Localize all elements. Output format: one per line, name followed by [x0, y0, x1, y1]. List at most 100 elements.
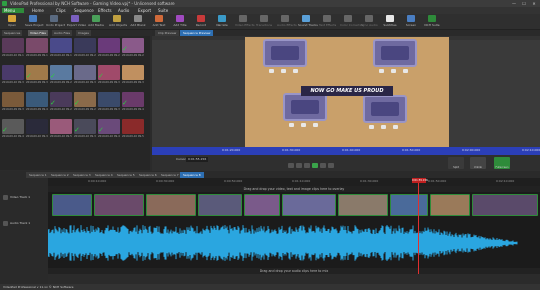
bin-clip[interactable]: ✓2019-09-09 09-28-57 [74, 92, 96, 112]
seat [313, 123, 318, 127]
bin-clip[interactable]: 2019-09-10 09-20-35 [74, 38, 96, 58]
bin-clip[interactable]: 2019-09-09 09-37-27 [98, 92, 120, 112]
bin-clip[interactable]: ✓2019-09-09 09-43-36 [122, 92, 144, 112]
video-track[interactable] [48, 192, 540, 218]
tool-add-media-button[interactable]: Add Media [88, 15, 104, 29]
video-clip[interactable] [52, 194, 92, 216]
video-clip[interactable] [390, 194, 428, 216]
timecode-display[interactable]: 0:01:55.156 [186, 157, 209, 162]
preview-timeline-ruler[interactable]: 0:01:20.000 0:01:30.000 0:01:40.000 0:01:50… [152, 147, 540, 155]
bin-clip[interactable]: 2019-09-09 09-15-47 [26, 38, 48, 58]
tool-add-blank-button[interactable]: Add Blank [130, 15, 146, 29]
bin-clip[interactable]: ✓2019-09-09 09-31-47 [98, 65, 120, 85]
main-menu-button[interactable]: Menu [2, 8, 24, 13]
tool-audio-effects-button[interactable]: Audio Effects [277, 15, 297, 29]
playhead[interactable] [418, 178, 419, 274]
clip-name: 2019-09-09 09-41-16 [26, 108, 48, 111]
unlink-button[interactable]: Unlink [470, 157, 486, 169]
tool-nch-suite-button[interactable]: NCH Suite [424, 15, 440, 29]
video-clip[interactable] [94, 194, 144, 216]
audio-track-header[interactable]: Audio Track 1 [2, 220, 46, 228]
tool-narrate-button[interactable]: Narrate [214, 15, 230, 29]
tool-text-effects-button[interactable]: Text Effects [319, 15, 336, 29]
audio-effects-icon [281, 15, 289, 22]
tool-label: Undo Project [46, 23, 66, 27]
go-start-button[interactable] [288, 163, 294, 168]
video-clip[interactable] [338, 194, 388, 216]
video-track-header[interactable]: Video Track 1 [2, 194, 46, 202]
clip-name: 2019-09-09 09-28-57 [74, 108, 96, 111]
bin-clip[interactable]: ✓2019-09-10 09-46-03 [2, 119, 24, 139]
play-reverse-button[interactable] [304, 163, 310, 168]
prev-frame-button[interactable] [296, 163, 302, 168]
menu-effects[interactable]: Effects [98, 8, 112, 13]
bin-clip[interactable]: 2019-09-09 09-33-39 [122, 65, 144, 85]
menu-bar: Menu Home Clips Sequence Effects Audio E… [0, 7, 540, 14]
tool-sound-tracks-button[interactable]: Sound Tracks [298, 15, 318, 29]
bin-clip[interactable]: ✓2019-09-09 09-24-47 [122, 38, 144, 58]
clip-used-check-icon: ✓ [122, 99, 128, 107]
tool-label: Subtitles [383, 23, 397, 27]
video-clip[interactable] [430, 194, 470, 216]
tool-export-video-button[interactable]: Export Video [67, 15, 86, 29]
tool-add-objects-button[interactable]: Add Objects [109, 15, 127, 29]
fullscreen-button[interactable]: Fullscreen [494, 157, 510, 169]
bin-clip[interactable]: 2019-09-10 09-34-50 [26, 119, 48, 139]
play-button[interactable] [312, 163, 318, 168]
preview-margin-left [152, 40, 245, 147]
tool-label: Open [7, 23, 16, 27]
bin-clip[interactable]: 2019-09-09 09-39-46 [2, 92, 24, 112]
minimize-button[interactable]: — [510, 1, 518, 6]
go-end-button[interactable] [328, 163, 334, 168]
bin-clip[interactable]: ✓2019-09-09 09-26-24 [50, 65, 72, 85]
video-clip[interactable] [198, 194, 242, 216]
tool-save-project-button[interactable]: Save Project [25, 15, 44, 29]
bin-clip[interactable]: 2019-09-10 09-53-25 [122, 119, 144, 139]
bin-clip[interactable]: ✓2019-09-09 09-35-02 [26, 65, 48, 85]
tool-video-effects-button[interactable]: Video Effects [235, 15, 255, 29]
bin-clip[interactable]: ✓2019-09-10 09-38-30 [74, 119, 96, 139]
tool-subtitles-button[interactable]: Subtitles [382, 15, 398, 29]
video-clip[interactable] [146, 194, 196, 216]
audio-track[interactable] [47, 218, 540, 268]
tool-undo-project-button[interactable]: Undo Project [46, 15, 66, 29]
tool-color-correction-button[interactable]: Color Correction [340, 15, 364, 29]
menu-audio[interactable]: Audio [118, 8, 129, 13]
bin-clip[interactable]: ✓2019-09-10 09-49-23 [98, 119, 120, 139]
menu-clips[interactable]: Clips [56, 8, 66, 13]
video-clip[interactable] [282, 194, 336, 216]
timeline-ruler[interactable]: 0:00:10.000 0:00:30.000 0:00:50.000 0:01:10… [48, 178, 540, 186]
menu-export[interactable]: Export [138, 8, 151, 13]
menu-home[interactable]: Home [32, 8, 44, 13]
bin-clip[interactable]: 2019-09-10 09-33-26 [2, 65, 24, 85]
clip-name: 2019-09-09 09-37-27 [98, 108, 120, 111]
menu-sequence[interactable]: Sequence [74, 8, 94, 13]
clip-name: 2019-09-10 09-20-35 [74, 54, 96, 57]
maximize-button[interactable]: ☐ [520, 1, 528, 6]
lock-icon[interactable] [3, 221, 8, 226]
bin-clip[interactable]: 2019-09-10 09-38-02 [74, 65, 96, 85]
tool-transitions-button[interactable]: Transitions [256, 15, 272, 29]
clip-thumbnail [2, 65, 24, 80]
tool-record-button[interactable]: Record [193, 15, 209, 29]
tool-add-title-button[interactable]: Add Title [172, 15, 188, 29]
video-clip[interactable] [472, 194, 538, 216]
lock-icon[interactable] [3, 195, 8, 200]
close-button[interactable]: ✕ [530, 1, 538, 6]
tool-screen-button[interactable]: Screen [403, 15, 419, 29]
tool-open-button[interactable]: Open [4, 15, 20, 29]
tool-add-text-button[interactable]: Add Text [151, 15, 167, 29]
video-clip[interactable] [244, 194, 280, 216]
bin-clip[interactable]: ✓2019-09-10 09-29-14 [50, 92, 72, 112]
bin-clip[interactable]: 2019-09-09 09-41-16 [26, 92, 48, 112]
tool-label: Screen [405, 23, 417, 27]
bin-clip[interactable]: 2019-09-10 09-13-06 [2, 38, 24, 58]
bin-clip[interactable]: 2019-09-09 09-25-36 [98, 38, 120, 58]
split-button[interactable]: Split [448, 157, 464, 169]
bin-clip[interactable]: 2019-09-10 09-17-10 [50, 38, 72, 58]
menu-suite[interactable]: Suite [158, 8, 168, 13]
next-frame-button[interactable] [320, 163, 326, 168]
tool-sync-audio-button[interactable]: Sync Audio [361, 15, 378, 29]
bin-clip[interactable]: 2019-09-10 09-50-25 [50, 119, 72, 139]
sequence-preview-screen[interactable]: NOW GO MAKE US PROUD [245, 37, 449, 147]
